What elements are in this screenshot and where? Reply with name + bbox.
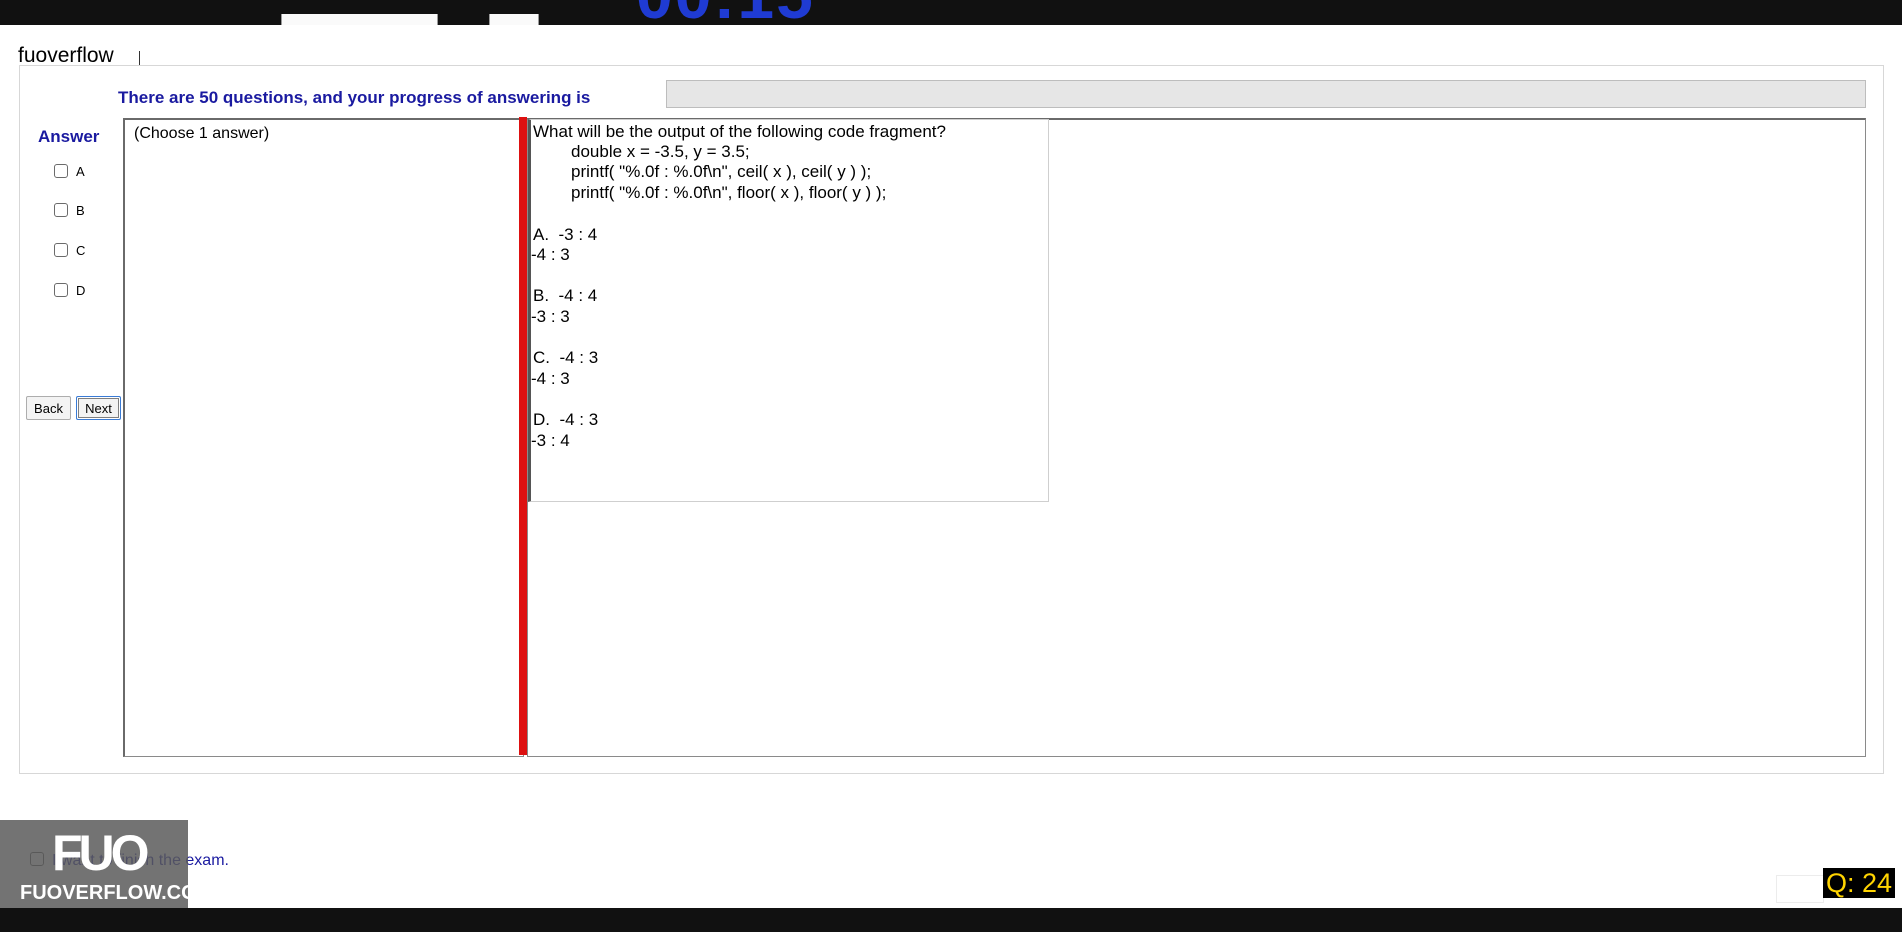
exam-code-combobox[interactable]	[281, 14, 438, 25]
font-size-combobox[interactable]	[489, 14, 539, 25]
answer-option-b[interactable]: B	[54, 202, 85, 218]
option-label-b: B	[76, 202, 85, 218]
question-text: What will be the output of the following…	[533, 122, 946, 141]
bottom-bar	[0, 908, 1902, 932]
answer-option-d[interactable]: D	[54, 282, 85, 298]
watermark-logo-text: FUO	[52, 825, 150, 881]
panel-divider[interactable]	[519, 117, 527, 755]
answer-option-a[interactable]: A	[54, 163, 85, 179]
instruction-panel	[123, 118, 524, 757]
back-button[interactable]: Back	[26, 396, 71, 420]
choice-b-line-2: -3 : 3	[531, 307, 570, 326]
choice-c-line-1: C. -4 : 3	[533, 348, 599, 367]
answer-title: Answer	[38, 127, 100, 146]
checkbox-a[interactable]	[54, 164, 68, 178]
choice-c-line-2: -4 : 3	[531, 369, 570, 388]
bottom-input-box[interactable]	[1776, 875, 1824, 903]
checkbox-d[interactable]	[54, 283, 68, 297]
choice-d-line-1: D. -4 : 3	[533, 410, 599, 429]
choice-a-line-1: A. -3 : 4	[533, 225, 598, 244]
checkbox-b[interactable]	[54, 203, 68, 217]
code-line-2: printf( "%.0f : %.0f\n", ceil( x ), ceil…	[571, 162, 872, 181]
option-label-c: C	[76, 242, 86, 258]
choice-b-line-1: B. -4 : 4	[533, 286, 598, 305]
code-line-3: printf( "%.0f : %.0f\n", floor( x ), flo…	[571, 183, 887, 202]
question-number-badge: Q: 24	[1823, 868, 1895, 898]
code-line-1: double x = -3.5, y = 3.5;	[571, 142, 750, 161]
progress-bar	[666, 80, 1866, 108]
choice-a-line-2: -4 : 3	[531, 245, 570, 264]
option-label-d: D	[76, 282, 86, 298]
progress-label: There are 50 questions, and your progres…	[118, 88, 591, 107]
option-label-a: A	[76, 163, 85, 179]
watermark-site-text: FUOVERFLOW.COM	[20, 882, 214, 904]
next-button[interactable]: Next	[76, 396, 121, 420]
checkbox-c[interactable]	[54, 243, 68, 257]
watermark-logo: FUO FUOVERFLOW.COM	[0, 820, 213, 908]
choose-instruction: (Choose 1 answer)	[134, 125, 270, 142]
countdown-timer: 00:15	[636, 0, 815, 25]
top-toolbar: 00:15	[0, 0, 1902, 25]
answer-option-c[interactable]: C	[54, 242, 85, 258]
choice-d-line-2: -3 : 4	[531, 431, 570, 450]
